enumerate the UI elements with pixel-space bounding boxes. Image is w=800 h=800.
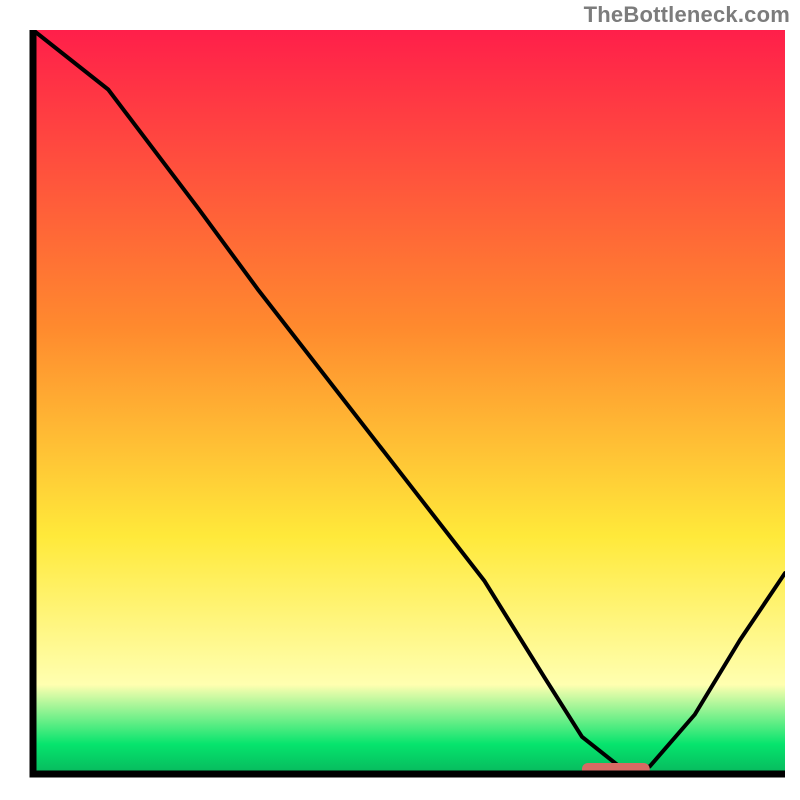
bottleneck-chart xyxy=(15,30,785,785)
attribution-text: TheBottleneck.com xyxy=(584,2,790,28)
chart-container xyxy=(15,30,785,785)
